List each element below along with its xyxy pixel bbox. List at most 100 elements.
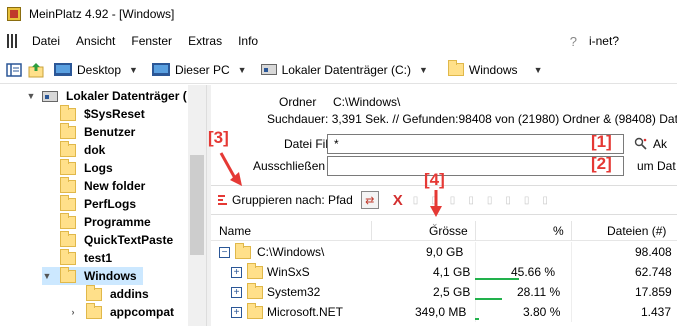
chevron-right-icon[interactable]: › [68,307,78,317]
results-panel: Ordner C:\Windows\ Suchdauer: 3,391 Sek.… [211,85,677,326]
chevron-down-icon[interactable]: ▼ [419,65,428,75]
folder-up-icon[interactable] [28,62,44,78]
collapse-icon[interactable]: − [219,247,230,258]
crumb-drive-label: Lokaler Datenträger (C:) [281,62,411,77]
folder-icon [86,284,102,301]
drive-icon [42,90,58,102]
search-options-icon[interactable] [634,137,648,151]
annotation-3: [3] [208,128,229,147]
annotation-2: [2] [591,154,612,173]
annotation-1: [1] [591,132,612,151]
disabled-tool-icon: ▯ [505,194,511,206]
tree-item[interactable]: › appcompat [68,302,174,321]
expand-icon[interactable]: + [231,287,242,298]
ordner-label: Ordner [279,95,317,109]
exclude-label: Ausschließen [253,159,326,173]
folder-icon [60,248,76,265]
col-files[interactable]: Dateien (#) [607,221,666,241]
inet-link[interactable]: i-net? [589,34,619,48]
tree-item[interactable]: Logs [60,158,113,177]
menu-ansicht[interactable]: Ansicht [68,34,123,48]
folder-icon [60,122,76,139]
disabled-tool-icon: ▯ [449,194,456,206]
menu-datei[interactable]: Datei [24,34,68,48]
crumb-desktop-label: Desktop [77,62,122,77]
folder-icon [447,60,464,76]
tree-item[interactable]: Programme [60,212,151,231]
chevron-down-icon[interactable]: ▼ [129,65,138,75]
tree-item[interactable]: addins [86,284,149,303]
column-divider [571,262,572,282]
pc-icon [151,63,170,76]
table-header: Name ⌄ Grösse % Dateien (#) [211,218,677,241]
expand-icon[interactable]: + [231,307,242,318]
column-divider [371,221,372,241]
folder-icon [86,302,102,319]
disabled-tool-icon: ▯ [486,194,493,206]
title-bar: MeinPlatz 4.92 - [Windows] [0,0,677,27]
tree-item-label: Benutzer [84,125,136,139]
chevron-down-icon[interactable]: ▼ [238,65,247,75]
menu-info[interactable]: Info [230,34,266,48]
group-by-button[interactable]: Gruppieren nach: Pfad [232,193,353,207]
chevron-down-icon[interactable]: ▼ [26,91,36,101]
table-row[interactable]: + System32 2,5 GB 28.11 % 17.859 [211,282,677,302]
table-row[interactable]: + Microsoft.NET 349,0 MB 3.80 % 1.437 [211,302,677,322]
folder-icon [60,140,76,157]
folder-icon [60,176,76,193]
crumb-drive[interactable]: Lokaler Datenträger (C:) ▼ [257,59,438,81]
percent-bar [475,298,502,300]
table-row[interactable]: + WinSxS 4,1 GB 45.66 % 62.748 [211,262,677,282]
tree-item[interactable]: New folder [60,176,146,195]
tree-root[interactable]: ▼ Lokaler Datenträger ( [26,87,187,105]
tree-item[interactable]: test1 [60,248,112,267]
folder-tree: ▼ Lokaler Datenträger ( $SysReset Benutz… [0,85,206,326]
tree-item[interactable]: PerfLogs [60,194,137,213]
tree-item[interactable]: dok [60,140,105,159]
tree-item[interactable]: QuickTextPaste [60,230,174,249]
refresh-icon[interactable]: ⇄ [360,191,379,209]
tree-scrollbar-thumb[interactable] [190,155,204,255]
col-name[interactable]: Name [219,221,251,241]
row-size: 9,0 GB [426,245,464,259]
tree-item-label: PerfLogs [84,197,137,211]
folder-icon [60,194,76,211]
tree-item-label: Logs [84,161,113,175]
address-toolbar: Desktop ▼ Dieser PC ▼ Lokaler Datenträge… [0,56,677,84]
row-files: 98.408 [635,245,672,259]
search-summary: Suchdauer: 3,391 Sek. // Gefunden:98408 … [267,112,677,126]
folder-icon [60,104,76,121]
exclude-input[interactable] [327,156,624,176]
panel-toggle-icon[interactable] [6,62,22,78]
chevron-down-icon[interactable]: ▼ [534,65,543,75]
col-percent[interactable]: % [553,221,564,241]
tree-scrollbar[interactable] [188,85,206,326]
tree-item-selected[interactable]: ▼ Windows [42,266,143,285]
filter-input[interactable]: * [327,134,624,154]
menu-bar: Datei Ansicht Fenster Extras Info ? i-ne… [0,27,677,55]
row-size: 4,1 GB [433,265,471,279]
crumb-windows[interactable]: Windows ▼ [444,59,553,81]
col-size[interactable]: Grösse [429,221,468,241]
menu-fenster[interactable]: Fenster [123,34,180,48]
chevron-down-icon[interactable]: ▼ [42,271,52,281]
crumb-desktop[interactable]: Desktop ▼ [50,59,148,81]
table-row[interactable]: − C:\Windows\ 9,0 GB 98.408 [211,242,677,262]
help-button[interactable]: ? [570,34,577,49]
menu-extras[interactable]: Extras [180,34,230,48]
window-title: MeinPlatz 4.92 - [Windows] [29,6,175,21]
column-divider [571,221,572,241]
clear-x-button[interactable]: X [393,192,403,209]
tree-root-label: Lokaler Datenträger ( [66,89,187,103]
disabled-tool-icon: ▯ [412,194,419,206]
tree-item-label: QuickTextPaste [84,233,174,247]
crumb-pc[interactable]: Dieser PC ▼ [148,59,257,81]
expand-icon[interactable]: + [231,267,242,278]
row-files: 17.859 [635,285,672,299]
tree-item[interactable]: Benutzer [60,122,136,141]
tree-item-label: New folder [84,179,146,193]
annotation-4-arrow [430,190,442,217]
percent-bar [475,318,479,320]
tree-item[interactable]: $SysReset [60,104,145,123]
tree-item-label: Windows [84,269,137,283]
